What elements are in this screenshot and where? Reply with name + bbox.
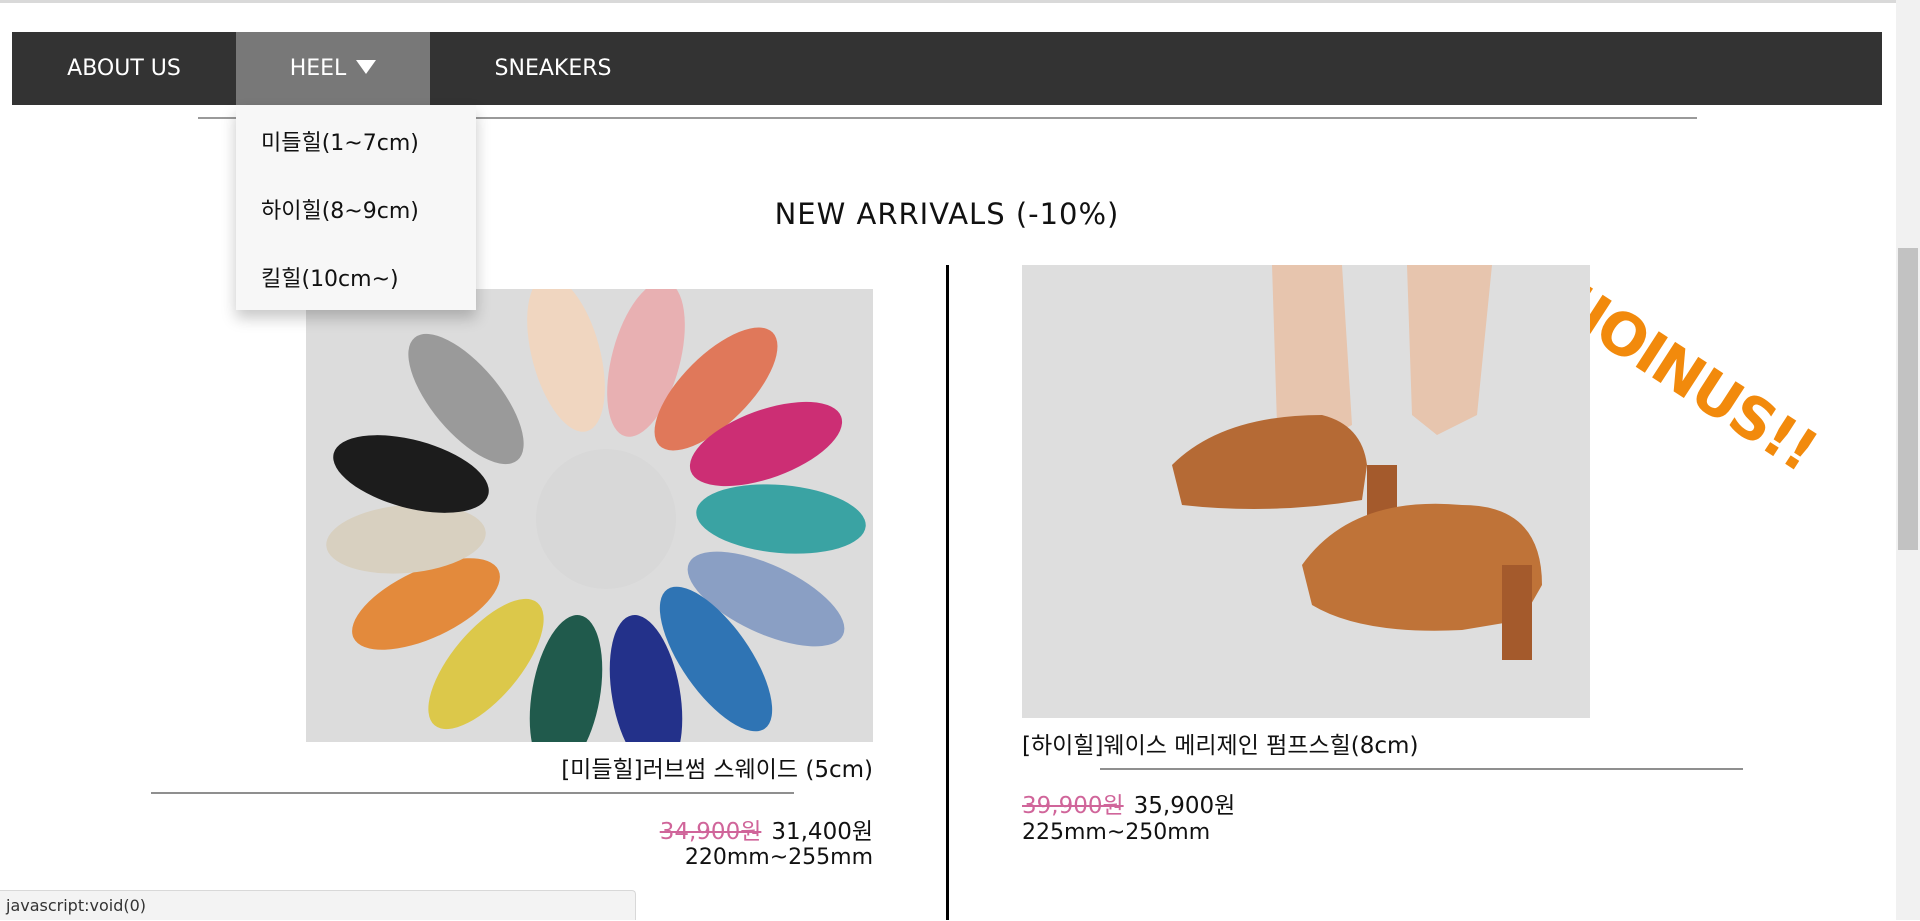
scrollbar-thumb[interactable] (1898, 248, 1918, 550)
nav-sneakers-label: SNEAKERS (494, 56, 612, 81)
nav-heel[interactable]: HEEL (236, 32, 430, 105)
main-nav: ABOUT US HEEL SNEAKERS (12, 32, 1882, 105)
product-name[interactable]: [하이힐]웨이스 메리제인 펌프스힐(8cm) (1022, 726, 1418, 760)
mary-jane-pumps-image (1022, 265, 1590, 718)
sale-price: 31,400원 (771, 819, 873, 845)
product-image[interactable] (1022, 265, 1590, 718)
original-price: 34,900원 (659, 819, 762, 845)
dropdown-item-middle-heel[interactable]: 미들힐(1~7cm) (261, 125, 419, 157)
product-underline (1100, 768, 1743, 770)
caret-down-icon (356, 60, 377, 74)
nav-sneakers[interactable]: SNEAKERS (430, 32, 676, 105)
column-divider (946, 265, 949, 920)
heel-dropdown-menu: 미들힐(1~7cm) 하이힐(8~9cm) 킬힐(10cm~) (236, 105, 476, 310)
sale-price: 35,900원 (1133, 793, 1236, 819)
original-price: 39,900원 (1022, 793, 1124, 819)
dropdown-item-kill-heel[interactable]: 킬힐(10cm~) (261, 261, 399, 293)
status-bar: javascript:void(0) (0, 890, 636, 920)
product-size-range: 225mm~250mm (1022, 820, 1211, 845)
product-price: 39,900원 35,900원 (1022, 786, 1235, 820)
nav-about-label: ABOUT US (67, 56, 181, 81)
top-border (0, 0, 1920, 3)
product-price: 34,900원 31,400원 (660, 812, 873, 846)
nav-about-us[interactable]: ABOUT US (12, 32, 236, 105)
nav-heel-label: HEEL (289, 56, 347, 81)
product-name[interactable]: [미들힐]러브썸 스웨이드 (5cm) (561, 750, 873, 784)
product-size-range: 220mm~255mm (684, 845, 873, 870)
suede-pumps-circle-image (306, 289, 873, 742)
product-underline (151, 792, 794, 794)
dropdown-item-high-heel[interactable]: 하이힐(8~9cm) (261, 193, 419, 225)
product-image[interactable] (306, 289, 873, 742)
